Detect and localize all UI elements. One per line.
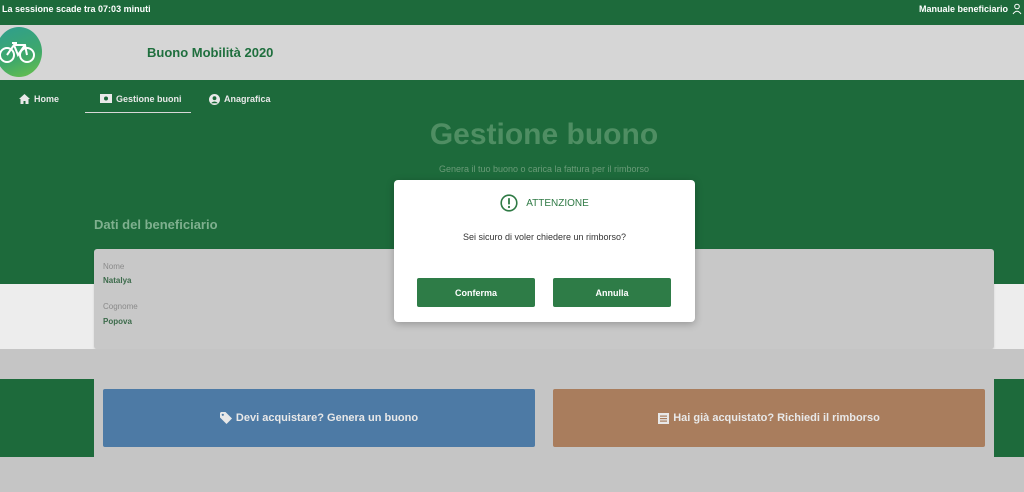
- home-icon: [19, 94, 30, 104]
- session-bar: La sessione scade tra 07:03 minuti Manua…: [0, 0, 1024, 25]
- name-label: Nome: [103, 262, 125, 271]
- main-nav: Home Gestione buoni Anagrafica: [0, 80, 1024, 115]
- nav-item-label: Anagrafica: [224, 94, 271, 104]
- divider-band: [0, 349, 1024, 379]
- session-timer: La sessione scade tra 07:03 minuti: [2, 4, 151, 14]
- dialog-header: ATTENZIONE: [394, 194, 695, 212]
- list-icon: [658, 412, 670, 424]
- app-header: Buono Mobilità 2020: [0, 25, 1024, 80]
- ticket-icon: [100, 94, 112, 103]
- dialog-message: Sei sicuro di voler chiedere un rimborso…: [462, 232, 627, 242]
- tag-icon: [219, 412, 232, 424]
- generate-voucher-label: Devi acquistare? Genera un buono: [235, 412, 419, 424]
- exclamation-circle-icon: [500, 194, 518, 212]
- confirm-dialog: ATTENZIONE Sei sicuro di voler chiedere …: [394, 180, 695, 322]
- section-title: Dati del beneficiario: [94, 217, 218, 232]
- manual-link[interactable]: Manuale beneficiario: [919, 4, 1008, 14]
- request-refund-button[interactable]: Hai già acquistato? Richiedi il rimborso: [553, 389, 985, 447]
- request-refund-label: Hai già acquistato? Richiedi il rimborso: [673, 412, 880, 424]
- page-subtitle: Genera il tuo buono o carica la fattura …: [438, 164, 650, 174]
- nav-item-anagrafica[interactable]: Anagrafica: [209, 88, 271, 113]
- app-logo[interactable]: [0, 27, 42, 77]
- name-value: Natalya: [103, 276, 132, 285]
- generate-voucher-button[interactable]: Devi acquistare? Genera un buono: [103, 389, 535, 447]
- app-title: Buono Mobilità 2020: [147, 45, 274, 60]
- nav-item-gestione-buoni[interactable]: Gestione buoni: [85, 88, 191, 113]
- bicycle-icon: [0, 42, 35, 63]
- user-circle-icon: [209, 94, 220, 105]
- actions-card: Devi acquistare? Genera un buono Hai già…: [94, 379, 994, 457]
- surname-value: Popova: [103, 317, 132, 326]
- nav-item-label: Home: [34, 94, 60, 104]
- page-title: Gestione buono: [429, 118, 659, 151]
- user-icon[interactable]: [1012, 3, 1022, 15]
- cancel-button[interactable]: Annulla: [553, 278, 671, 307]
- page-footer-area: [0, 457, 1024, 492]
- nav-item-home[interactable]: Home: [19, 88, 59, 113]
- dialog-title: ATTENZIONE: [526, 197, 589, 209]
- confirm-button[interactable]: Conferma: [417, 278, 535, 307]
- nav-item-label: Gestione buoni: [116, 94, 182, 104]
- surname-label: Cognome: [103, 302, 138, 311]
